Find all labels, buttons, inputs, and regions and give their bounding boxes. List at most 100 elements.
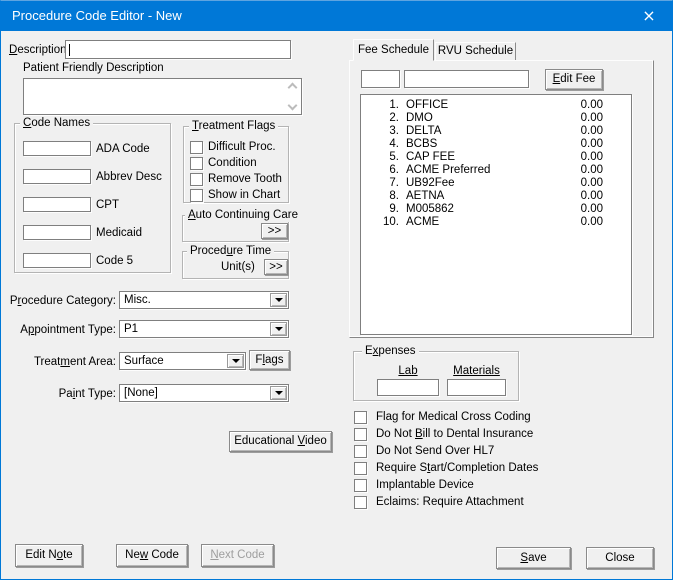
- medical-flag-checkbox[interactable]: [354, 428, 367, 441]
- code-name-input[interactable]: [23, 225, 91, 240]
- fee-row[interactable]: 2. DMO 0.00: [361, 112, 631, 125]
- tab-rvu-schedule[interactable]: RVU Schedule: [435, 42, 516, 61]
- fee-row[interactable]: 9. M005862 0.00: [361, 203, 631, 216]
- procedure-time-group: Procedure Time Unit(s) >>: [182, 244, 289, 279]
- fee-input-right[interactable]: [404, 70, 529, 88]
- fee-number: 1.: [389, 99, 399, 111]
- fee-input-left[interactable]: [361, 70, 400, 88]
- titlebar: Procedure Code Editor - New ×: [1, 1, 672, 31]
- medical-flag-label: Flag for Medical Cross Coding: [376, 411, 531, 423]
- code-name-input[interactable]: [23, 169, 91, 184]
- procedure-time-units-label: Unit(s): [221, 261, 255, 273]
- description-label: Description:: [9, 44, 70, 56]
- fee-schedule-name: DELTA: [406, 125, 442, 137]
- fee-row[interactable]: 3. DELTA 0.00: [361, 125, 631, 138]
- treatment-flag-checkbox[interactable]: [190, 173, 203, 186]
- fee-schedule-name: AETNA: [406, 190, 445, 202]
- code-name-input[interactable]: [23, 197, 91, 212]
- medical-flag-label: Do Not Send Over HL7: [376, 445, 495, 457]
- edit-fee-button[interactable]: Edit Fee: [545, 69, 603, 90]
- code-name-input[interactable]: [23, 253, 91, 268]
- code-names-legend: Code Names: [20, 116, 94, 130]
- medical-flag-checkbox[interactable]: [354, 479, 367, 492]
- fee-amount: 0.00: [580, 138, 603, 150]
- treatment-flag-label: Remove Tooth: [208, 173, 282, 185]
- fee-row[interactable]: 4. BCBS 0.00: [361, 138, 631, 151]
- textarea-scrollbar: [286, 81, 299, 112]
- patient-friendly-description-textarea[interactable]: [23, 78, 302, 115]
- titlebar-close-button[interactable]: ×: [626, 1, 672, 31]
- fee-row[interactable]: 7. UB92Fee 0.00: [361, 177, 631, 190]
- tab-fee-schedule[interactable]: Fee Schedule: [353, 39, 434, 61]
- procedure-code-editor-window: Procedure Code Editor - New × Descriptio…: [0, 0, 673, 580]
- auto-continuing-care-group: Auto Continuing Care >>: [182, 208, 301, 242]
- appointment-type-combobox[interactable]: P1: [119, 320, 289, 338]
- fee-amount: 0.00: [580, 203, 603, 215]
- auto-continuing-care-legend: Auto Continuing Care: [185, 208, 301, 222]
- medical-flag-checkbox[interactable]: [354, 496, 367, 509]
- window-title: Procedure Code Editor - New: [12, 8, 182, 23]
- fee-row[interactable]: 1. OFFICE 0.00: [361, 99, 631, 112]
- fee-amount: 0.00: [580, 112, 603, 124]
- save-button[interactable]: Save: [496, 547, 571, 569]
- paint-type-label: Paint Type:: [58, 388, 116, 400]
- fee-schedule-name: CAP FEE: [406, 151, 455, 163]
- dropdown-arrow-button[interactable]: [270, 322, 287, 336]
- medical-flag-label: Do Not Bill to Dental Insurance: [376, 428, 534, 440]
- paint-type-combobox[interactable]: [None]: [119, 384, 289, 402]
- medical-flag-checkbox[interactable]: [354, 445, 367, 458]
- code-name-label: Medicaid: [96, 227, 143, 239]
- dropdown-arrow-button[interactable]: [270, 293, 287, 307]
- treatment-flag-checkbox[interactable]: [190, 141, 203, 154]
- appointment-type-value: P1: [124, 323, 139, 335]
- procedure-category-combobox[interactable]: Misc.: [119, 291, 289, 309]
- scroll-up-icon[interactable]: [287, 82, 298, 93]
- fee-number: 7.: [389, 177, 399, 189]
- treatment-flag-checkbox[interactable]: [190, 157, 203, 170]
- medical-flag-label: Require Start/Completion Dates: [376, 462, 539, 474]
- dropdown-arrow-button[interactable]: [227, 354, 244, 368]
- expenses-group: Expenses Lab Materials: [353, 344, 519, 401]
- fee-row[interactable]: 8. AETNA 0.00: [361, 190, 631, 203]
- fee-amount: 0.00: [580, 190, 603, 202]
- fee-amount: 0.00: [580, 164, 603, 176]
- fee-row[interactable]: 5. CAP FEE 0.00: [361, 151, 631, 164]
- fee-schedule-name: DMO: [406, 112, 433, 124]
- fee-schedule-name: BCBS: [406, 138, 438, 150]
- procedure-time-expand-button[interactable]: >>: [264, 259, 288, 275]
- dropdown-arrow-button[interactable]: [270, 386, 287, 400]
- fee-schedule-listbox[interactable]: 1. OFFICE 0.00 2. DMO 0.00 3. DELTA 0.00: [360, 94, 632, 335]
- edit-note-button[interactable]: Edit Note: [15, 544, 83, 567]
- close-dialog-button[interactable]: Close: [586, 547, 654, 569]
- code-names-group: Code Names ADA Code Abbrev Desc CPT Medi…: [14, 116, 171, 273]
- fee-amount: 0.00: [580, 99, 603, 111]
- medical-flag-checkbox[interactable]: [354, 462, 367, 475]
- flags-button[interactable]: Flags: [249, 350, 290, 370]
- expenses-legend: Expenses: [362, 344, 419, 358]
- scroll-down-icon[interactable]: [287, 100, 298, 111]
- fee-row[interactable]: 10. ACME 0.00: [361, 216, 631, 229]
- treatment-area-combobox[interactable]: Surface: [119, 352, 246, 370]
- code-name-label: Code 5: [96, 255, 134, 267]
- educational-video-button[interactable]: Educational Video: [229, 431, 332, 452]
- treatment-flag-checkbox[interactable]: [190, 189, 203, 202]
- paint-type-value: [None]: [124, 387, 158, 399]
- procedure-time-legend: Procedure Time: [187, 244, 275, 258]
- description-input[interactable]: [65, 40, 291, 59]
- procedure-category-label: Procedure Category:: [9, 295, 116, 307]
- chevron-down-icon: [274, 298, 283, 302]
- fee-schedule-name: OFFICE: [406, 99, 449, 111]
- medical-flag-checkbox[interactable]: [354, 411, 367, 424]
- auto-continuing-care-expand-button[interactable]: >>: [261, 223, 288, 239]
- materials-expense-input[interactable]: [447, 379, 506, 396]
- code-name-input[interactable]: [23, 141, 91, 156]
- fee-schedule-tab-panel: Edit Fee 1. OFFICE 0.00 2. DMO 0.00 3. D…: [349, 60, 654, 338]
- fee-number: 6.: [389, 164, 399, 176]
- fee-number: 2.: [389, 112, 399, 124]
- materials-label: Materials: [453, 365, 500, 377]
- new-code-button[interactable]: New Code: [116, 544, 188, 567]
- lab-expense-input[interactable]: [377, 379, 439, 396]
- procedure-category-value: Misc.: [124, 294, 151, 306]
- code-name-label: Abbrev Desc: [96, 171, 162, 183]
- fee-row[interactable]: 6. ACME Preferred 0.00: [361, 164, 631, 177]
